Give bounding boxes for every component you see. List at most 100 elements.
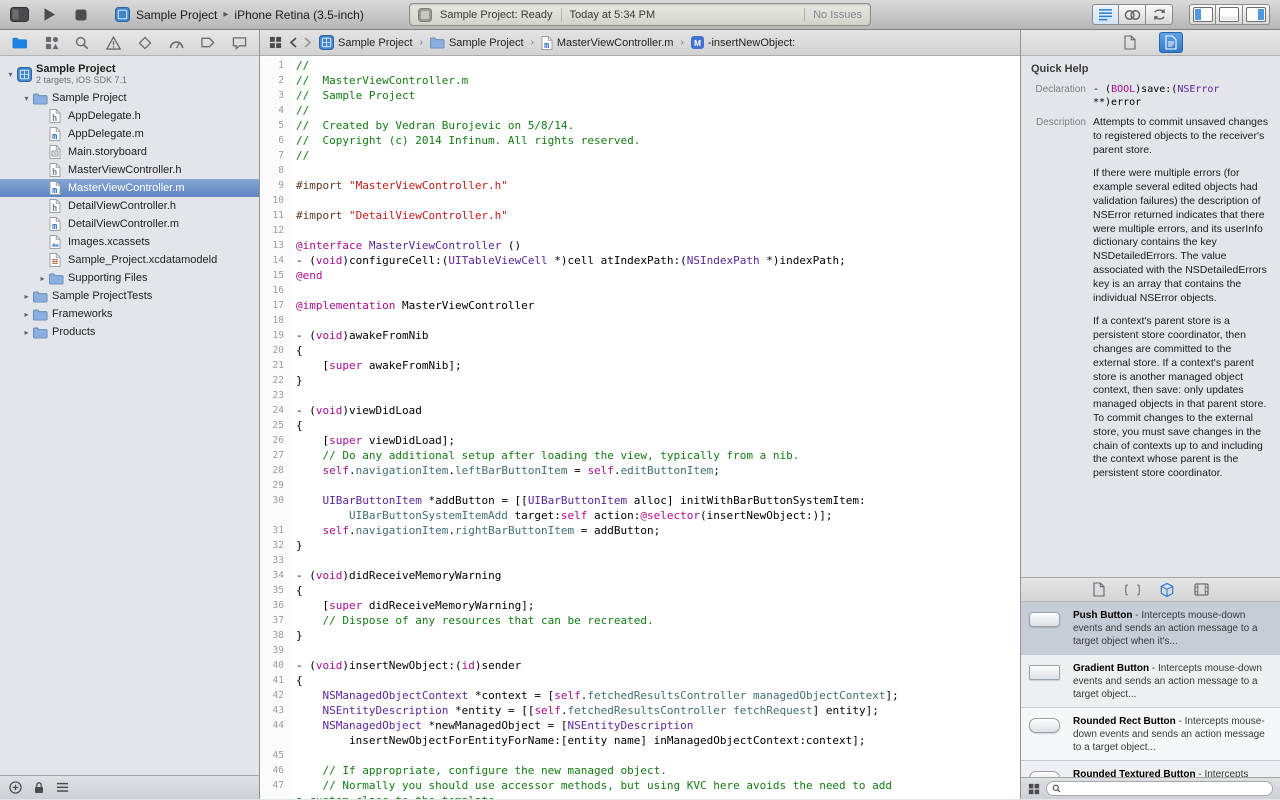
related-items-icon[interactable] (269, 36, 282, 49)
object-library-icon[interactable] (1160, 582, 1174, 598)
code-line[interactable]: 13@interface MasterViewController () (260, 238, 1020, 253)
scheme-selector[interactable]: Sample Project ▸ iPhone Retina (3.5-inch… (115, 7, 364, 22)
tree-item-main-storyboard[interactable]: Main.storyboard (0, 143, 259, 161)
code-line[interactable]: 41{ (260, 673, 1020, 688)
code-line[interactable]: 38} (260, 628, 1020, 643)
breadcrumb-item[interactable]: Sample Project (319, 35, 413, 50)
tree-item-detailviewcontroller-m[interactable]: mDetailViewController.m (0, 215, 259, 233)
standard-editor-button[interactable] (1092, 4, 1119, 25)
tree-item-images-xcassets[interactable]: Images.xcassets (0, 233, 259, 251)
tree-item-detailviewcontroller-h[interactable]: hDetailViewController.h (0, 197, 259, 215)
code-line[interactable]: 21 [super awakeFromNib]; (260, 358, 1020, 373)
code-line[interactable]: 24- (void)viewDidLoad (260, 403, 1020, 418)
tree-item-appdelegate-h[interactable]: hAppDelegate.h (0, 107, 259, 125)
disclosure-triangle[interactable]: ▾ (4, 70, 17, 79)
code-line[interactable]: 46 // If appropriate, configure the new … (260, 763, 1020, 778)
lock-icon[interactable] (33, 781, 45, 794)
add-icon[interactable] (9, 781, 22, 794)
search-navigator-icon[interactable] (75, 36, 89, 50)
code-line[interactable]: 28 self.navigationItem.leftBarButtonItem… (260, 463, 1020, 478)
toggle-debug-area-button[interactable] (1216, 4, 1243, 25)
library-item-push-button[interactable]: Push Button - Intercepts mouse-down even… (1021, 602, 1280, 655)
code-line[interactable]: 31 self.navigationItem.rightBarButtonIte… (260, 523, 1020, 538)
code-line[interactable]: 25{ (260, 418, 1020, 433)
code-line[interactable]: UIBarButtonSystemItemAdd target:self act… (260, 508, 1020, 523)
log-navigator-icon[interactable] (232, 36, 247, 50)
code-line[interactable]: 33 (260, 553, 1020, 568)
code-line[interactable]: 29 (260, 478, 1020, 493)
code-line[interactable]: 44 NSManagedObject *newManagedObject = [… (260, 718, 1020, 733)
debug-navigator-icon[interactable] (169, 36, 184, 49)
code-line[interactable]: 26 [super viewDidLoad]; (260, 433, 1020, 448)
tree-item-frameworks[interactable]: ▸Frameworks (0, 305, 259, 323)
breadcrumb-item[interactable]: mMasterViewController.m (541, 36, 674, 50)
code-line[interactable]: 20{ (260, 343, 1020, 358)
toggle-utilities-button[interactable] (1243, 4, 1270, 25)
code-line[interactable]: 23 (260, 388, 1020, 403)
code-line[interactable]: 8 (260, 163, 1020, 178)
scheme-project[interactable]: Sample Project (136, 8, 217, 22)
media-library-icon[interactable] (1194, 583, 1209, 596)
code-line[interactable]: 10 (260, 193, 1020, 208)
tree-item-supporting-files[interactable]: ▸Supporting Files (0, 269, 259, 287)
code-line[interactable]: 37 // Dispose of any resources that can … (260, 613, 1020, 628)
code-line[interactable]: a custom class to the template. (260, 793, 1020, 799)
version-editor-button[interactable] (1146, 4, 1173, 25)
tree-item-masterviewcontroller-m[interactable]: mMasterViewController.m (0, 179, 259, 197)
code-line[interactable]: 32} (260, 538, 1020, 553)
code-line[interactable]: 27 // Do any additional setup after load… (260, 448, 1020, 463)
tree-item-sample-project-xcdatamodeld[interactable]: Sample_Project.xcdatamodeld (0, 251, 259, 269)
snippet-icon[interactable]: { } (1125, 583, 1140, 596)
breadcrumb-item[interactable]: M-insertNewObject: (691, 36, 795, 49)
run-button[interactable] (37, 4, 61, 26)
code-line[interactable]: insertNewObjectForEntityForName:[entity … (260, 733, 1020, 748)
grid-icon[interactable] (56, 781, 69, 794)
code-line[interactable]: 19- (void)awakeFromNib (260, 328, 1020, 343)
code-line[interactable]: 6// Copyright (c) 2014 Infinum. All righ… (260, 133, 1020, 148)
library-item-rounded-textured-button[interactable]: Rounded Textured Button - Intercepts mou… (1021, 761, 1280, 777)
code-lines[interactable]: 1//2// MasterViewController.m3// Sample … (260, 56, 1020, 799)
library-search-field[interactable] (1046, 781, 1273, 796)
tree-item-masterviewcontroller-h[interactable]: hMasterViewController.h (0, 161, 259, 179)
file-inspector-icon[interactable] (1119, 33, 1141, 52)
window-icon[interactable] (10, 7, 29, 22)
code-line[interactable]: 12 (260, 223, 1020, 238)
forward-icon[interactable] (304, 37, 312, 48)
code-line[interactable]: 5// Created by Vedran Burojevic on 5/8/1… (260, 118, 1020, 133)
symbol-navigator-icon[interactable] (45, 36, 59, 50)
code-line[interactable]: 16 (260, 283, 1020, 298)
code-line[interactable]: 30 UIBarButtonItem *addButton = [[UIBarB… (260, 493, 1020, 508)
code-line[interactable]: 39 (260, 643, 1020, 658)
code-line[interactable]: 3// Sample Project (260, 88, 1020, 103)
code-line[interactable]: 40- (void)insertNewObject:(id)sender (260, 658, 1020, 673)
code-line[interactable]: 42 NSManagedObjectContext *context = [se… (260, 688, 1020, 703)
code-line[interactable]: 45 (260, 748, 1020, 763)
disclosure-triangle[interactable]: ▸ (20, 310, 33, 319)
code-line[interactable]: 17@implementation MasterViewController (260, 298, 1020, 313)
back-icon[interactable] (289, 37, 297, 48)
code-line[interactable]: 35{ (260, 583, 1020, 598)
code-line[interactable]: 9#import "MasterViewController.h" (260, 178, 1020, 193)
breadcrumb-item[interactable]: Sample Project (430, 36, 524, 49)
code-line[interactable]: 2// MasterViewController.m (260, 73, 1020, 88)
code-line[interactable]: 14- (void)configureCell:(UITableViewCell… (260, 253, 1020, 268)
disclosure-triangle[interactable]: ▸ (36, 274, 49, 283)
issue-navigator-icon[interactable] (106, 36, 121, 50)
tree-item-sample-project[interactable]: ▾Sample Project (0, 89, 259, 107)
code-line[interactable]: 1// (260, 58, 1020, 73)
toggle-navigator-button[interactable] (1189, 4, 1216, 25)
code-line[interactable]: 47 // Normally you should use accessor m… (260, 778, 1020, 793)
lib-grid-icon[interactable] (1028, 783, 1040, 795)
tree-item-appdelegate-m[interactable]: mAppDelegate.m (0, 125, 259, 143)
tree-item-products[interactable]: ▸Products (0, 323, 259, 341)
code-line[interactable]: 18 (260, 313, 1020, 328)
tree-item-sample-projecttests[interactable]: ▸Sample ProjectTests (0, 287, 259, 305)
file-template-icon[interactable] (1093, 582, 1105, 597)
library-item-rounded-rect-button[interactable]: Rounded Rect Button - Intercepts mouse-d… (1021, 708, 1280, 761)
code-line[interactable]: 36 [super didReceiveMemoryWarning]; (260, 598, 1020, 613)
disclosure-triangle[interactable]: ▸ (20, 292, 33, 301)
code-line[interactable]: 15@end (260, 268, 1020, 283)
disclosure-triangle[interactable]: ▾ (20, 94, 33, 103)
scheme-device[interactable]: iPhone Retina (3.5-inch) (234, 8, 363, 22)
code-line[interactable]: 43 NSEntityDescription *entity = [[self.… (260, 703, 1020, 718)
